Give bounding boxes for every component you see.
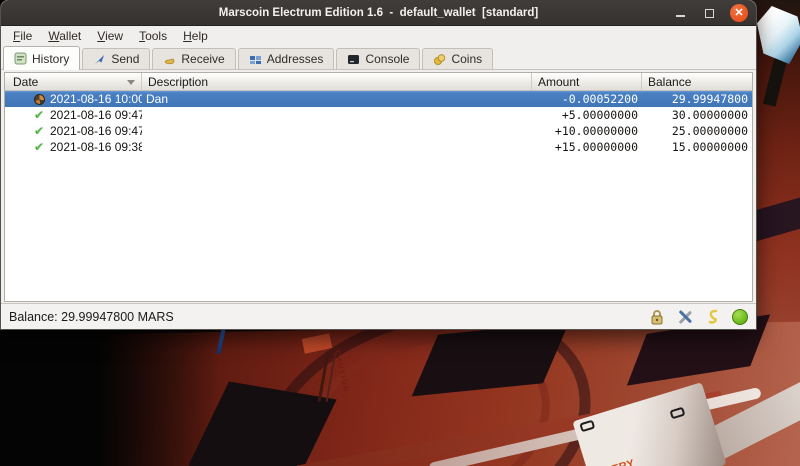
- tx-amount: -0.00052200: [532, 92, 642, 106]
- statusbar-balance: Balance: 29.99947800 MARS: [9, 310, 174, 324]
- tab-addresses[interactable]: Addresses: [238, 48, 335, 69]
- confirmed-check-icon: [33, 125, 45, 137]
- minimize-button[interactable]: [672, 5, 688, 21]
- table-row[interactable]: 2021-08-16 09:38 +15.00000000 15.0000000…: [5, 139, 752, 155]
- console-icon: [347, 53, 360, 66]
- preferences-icon[interactable]: [676, 308, 694, 326]
- tx-date: 2021-08-16 09:38: [50, 140, 142, 154]
- table-body: 2021-08-16 10:00 Dan -0.00052200 29.9994…: [5, 91, 752, 301]
- menu-view[interactable]: View: [89, 28, 131, 44]
- maximize-button[interactable]: [701, 5, 717, 21]
- lock-icon[interactable]: [648, 308, 666, 326]
- history-table: Date Description Amount Balance 2021-08-…: [4, 72, 753, 302]
- column-header-description[interactable]: Description: [142, 73, 532, 90]
- column-header-amount[interactable]: Amount: [532, 73, 642, 90]
- tabbar: History Send Receive Addresses: [1, 45, 756, 70]
- tab-label: Coins: [451, 52, 482, 66]
- desktop: CAUTION ENTRY Marscoin Electrum Edition …: [0, 0, 800, 466]
- titlebar[interactable]: Marscoin Electrum Edition 1.6 - default_…: [1, 0, 756, 26]
- close-icon: ✕: [734, 8, 743, 19]
- tab-label: Addresses: [267, 52, 324, 66]
- window-controls: ✕: [672, 0, 748, 26]
- menu-wallet[interactable]: Wallet: [40, 28, 89, 44]
- tx-date: 2021-08-16 10:00: [50, 92, 142, 106]
- maximize-icon: [705, 9, 714, 18]
- coins-icon: [433, 53, 446, 66]
- menu-tools[interactable]: Tools: [131, 28, 175, 44]
- window-title: Marscoin Electrum Edition 1.6 - default_…: [1, 7, 756, 19]
- receive-icon: [163, 53, 176, 66]
- tx-date: 2021-08-16 09:47: [50, 108, 142, 122]
- menubar: File Wallet View Tools Help: [1, 26, 756, 45]
- column-label: Amount: [538, 75, 579, 89]
- tab-receive[interactable]: Receive: [152, 48, 235, 69]
- tx-amount: +5.00000000: [532, 108, 642, 122]
- tx-date: 2021-08-16 09:47: [50, 124, 142, 138]
- entry-label: ENTRY: [595, 457, 636, 466]
- table-header: Date Description Amount Balance: [5, 73, 752, 91]
- network-status-icon[interactable]: [732, 309, 748, 325]
- send-icon: [93, 53, 106, 66]
- tab-coins[interactable]: Coins: [422, 48, 493, 69]
- column-header-balance[interactable]: Balance: [642, 73, 752, 90]
- history-view: Date Description Amount Balance 2021-08-…: [1, 70, 756, 303]
- tx-balance: 29.99947800: [642, 92, 752, 106]
- close-button[interactable]: ✕: [730, 4, 748, 22]
- tab-label: Receive: [181, 52, 224, 66]
- desktop-artwork-latch: [579, 420, 595, 433]
- tab-label: History: [32, 52, 69, 66]
- table-row[interactable]: 2021-08-16 10:00 Dan -0.00052200 29.9994…: [5, 91, 752, 107]
- tx-description: Dan: [142, 92, 532, 106]
- column-label: Date: [13, 75, 38, 89]
- confirmed-check-icon: [33, 109, 45, 121]
- tx-amount: +15.00000000: [532, 140, 642, 154]
- minimize-icon: [676, 15, 685, 17]
- unconfirmed-clock-icon: [33, 93, 45, 105]
- tx-balance: 15.00000000: [642, 140, 752, 154]
- tab-send[interactable]: Send: [82, 48, 150, 69]
- tx-balance: 30.00000000: [642, 108, 752, 122]
- desktop-artwork-shadow-left: [0, 318, 220, 466]
- sort-indicator-icon: [127, 80, 135, 85]
- statusbar: Balance: 29.99947800 MARS: [1, 303, 756, 329]
- menu-help[interactable]: Help: [175, 28, 216, 44]
- column-label: Balance: [648, 75, 691, 89]
- tab-label: Console: [365, 52, 409, 66]
- history-icon: [14, 52, 27, 65]
- seed-icon[interactable]: [704, 308, 722, 326]
- tx-amount: +10.00000000: [532, 124, 642, 138]
- table-row[interactable]: 2021-08-16 09:47 +5.00000000 30.00000000: [5, 107, 752, 123]
- tab-history[interactable]: History: [3, 46, 80, 70]
- table-row[interactable]: 2021-08-16 09:47 +10.00000000 25.0000000…: [5, 123, 752, 139]
- tab-console[interactable]: Console: [336, 48, 420, 69]
- column-label: Description: [148, 75, 208, 89]
- confirmed-check-icon: [33, 141, 45, 153]
- electrum-window: Marscoin Electrum Edition 1.6 - default_…: [0, 0, 757, 330]
- tab-label: Send: [111, 52, 139, 66]
- addresses-icon: [249, 53, 262, 66]
- statusbar-icons: [648, 308, 748, 326]
- menu-file[interactable]: File: [5, 28, 40, 44]
- column-header-date[interactable]: Date: [5, 73, 142, 90]
- tx-balance: 25.00000000: [642, 124, 752, 138]
- desktop-artwork-latch: [669, 407, 685, 420]
